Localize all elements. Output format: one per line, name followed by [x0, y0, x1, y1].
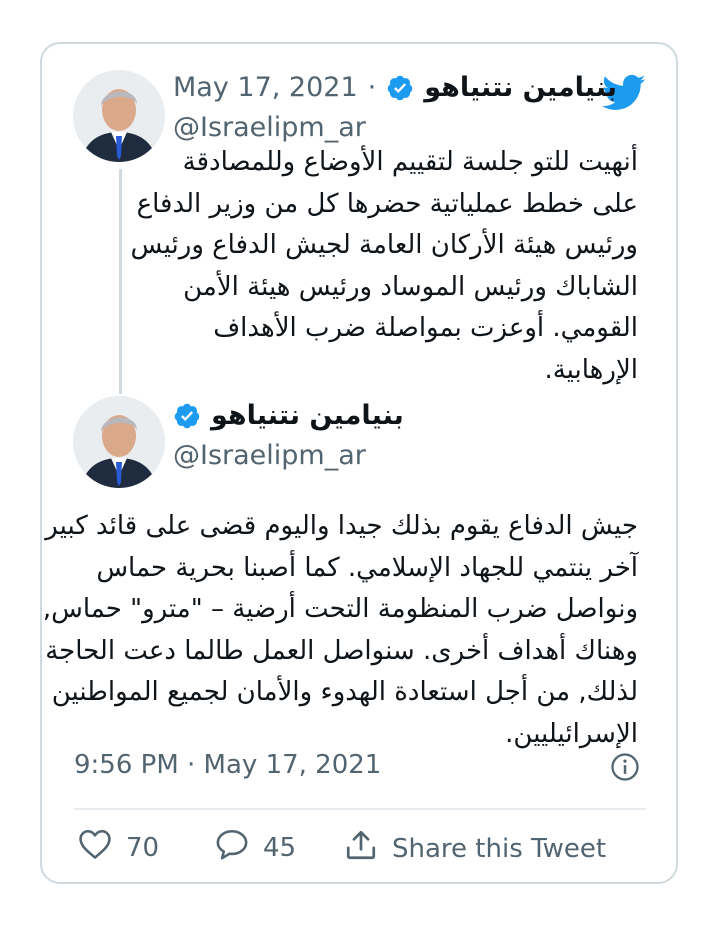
share-icon [344, 828, 378, 869]
tweet-embed-card: بنيامين نتنياهو · May 17, 2021 @Israelip… [40, 42, 678, 884]
tweet2-text: جيش الدفاع يقوم بذلك جيدا واليوم قضى على… [42, 511, 638, 749]
tweet1-text: أنهيت للتو جلسة لتقييم الأوضاع وللمصادقة… [130, 147, 638, 385]
reply-button[interactable]: 45 [215, 828, 296, 867]
reply-icon [215, 828, 249, 867]
share-button[interactable]: Share this Tweet [344, 828, 606, 869]
divider [74, 808, 646, 810]
author-handle[interactable]: @Israelipm_ar [173, 112, 366, 143]
reply-count: 45 [263, 832, 297, 863]
tweet2-header: بنيامين نتنياهو [173, 400, 404, 431]
verified-icon [386, 74, 414, 102]
separator-dot: · [367, 72, 377, 103]
author-name[interactable]: بنيامين نتنياهو [424, 72, 617, 103]
verified-icon [173, 402, 201, 430]
like-button[interactable]: 70 [78, 828, 159, 867]
thread-line [119, 169, 122, 394]
share-label: Share this Tweet [392, 833, 607, 864]
like-count: 70 [126, 832, 160, 863]
tweet-timestamp[interactable]: 9:56 PM · May 17, 2021 [74, 750, 381, 780]
heart-icon [78, 828, 112, 867]
tweet1-header: بنيامين نتنياهو · May 17, 2021 [173, 72, 617, 103]
tweet-date[interactable]: May 17, 2021 [173, 72, 358, 103]
author-handle[interactable]: @Israelipm_ar [173, 440, 366, 471]
info-icon[interactable] [610, 752, 640, 786]
avatar[interactable] [73, 396, 165, 488]
author-name[interactable]: بنيامين نتنياهو [211, 400, 404, 431]
